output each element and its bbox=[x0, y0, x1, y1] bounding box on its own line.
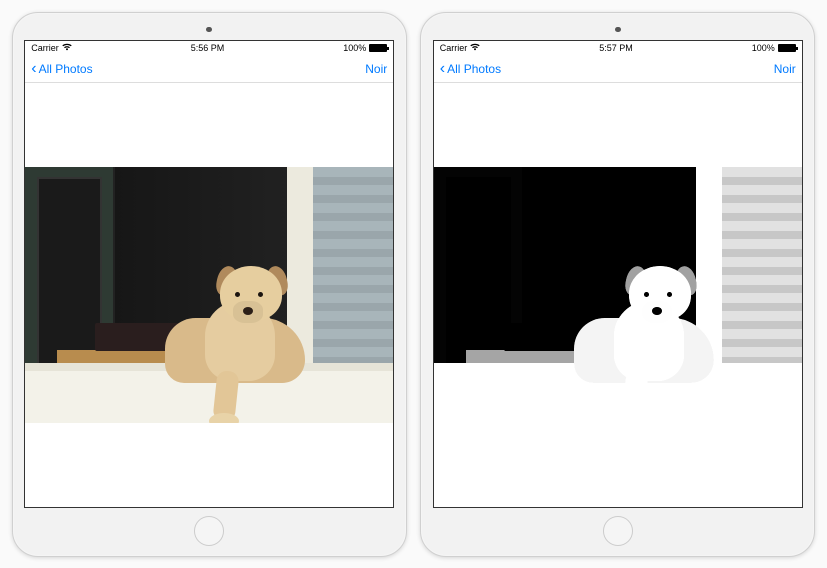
ipad-device-right: Carrier 5:57 PM 100% ‹ All Photos Noir bbox=[420, 12, 815, 557]
status-bar: Carrier 5:56 PM 100% bbox=[25, 41, 393, 55]
home-button[interactable] bbox=[603, 516, 633, 546]
action-label: Noir bbox=[774, 62, 796, 76]
battery-icon bbox=[369, 44, 387, 52]
screen: Carrier 5:56 PM 100% ‹ All Photos Noir bbox=[24, 40, 394, 508]
back-button[interactable]: ‹ All Photos bbox=[31, 61, 92, 77]
photo-color bbox=[25, 167, 393, 423]
home-button[interactable] bbox=[194, 516, 224, 546]
carrier-label: Carrier bbox=[440, 43, 468, 53]
back-label: All Photos bbox=[39, 62, 93, 76]
chevron-left-icon: ‹ bbox=[440, 61, 445, 77]
status-right: 100% bbox=[752, 43, 796, 53]
camera-dot bbox=[206, 27, 212, 33]
noir-button[interactable]: Noir bbox=[365, 62, 387, 76]
wifi-icon bbox=[470, 43, 480, 53]
clock-label: 5:57 PM bbox=[599, 43, 633, 53]
battery-pct-label: 100% bbox=[752, 43, 775, 53]
photo-noir bbox=[434, 167, 802, 423]
wifi-icon bbox=[62, 43, 72, 53]
chevron-left-icon: ‹ bbox=[31, 61, 36, 77]
carrier-label: Carrier bbox=[31, 43, 59, 53]
status-right: 100% bbox=[343, 43, 387, 53]
dog bbox=[554, 261, 734, 401]
photo-viewer[interactable] bbox=[434, 83, 802, 507]
back-label: All Photos bbox=[447, 62, 501, 76]
clock-label: 5:56 PM bbox=[191, 43, 225, 53]
battery-icon bbox=[778, 44, 796, 52]
camera-dot bbox=[615, 27, 621, 33]
status-left: Carrier bbox=[440, 43, 481, 53]
nav-bar: ‹ All Photos Noir bbox=[434, 55, 802, 83]
status-left: Carrier bbox=[31, 43, 72, 53]
battery-pct-label: 100% bbox=[343, 43, 366, 53]
photo-viewer[interactable] bbox=[25, 83, 393, 507]
dog bbox=[145, 261, 325, 401]
action-label: Noir bbox=[365, 62, 387, 76]
status-bar: Carrier 5:57 PM 100% bbox=[434, 41, 802, 55]
back-button[interactable]: ‹ All Photos bbox=[440, 61, 501, 77]
noir-button[interactable]: Noir bbox=[774, 62, 796, 76]
nav-bar: ‹ All Photos Noir bbox=[25, 55, 393, 83]
screen: Carrier 5:57 PM 100% ‹ All Photos Noir bbox=[433, 40, 803, 508]
ipad-device-left: Carrier 5:56 PM 100% ‹ All Photos Noir bbox=[12, 12, 407, 557]
